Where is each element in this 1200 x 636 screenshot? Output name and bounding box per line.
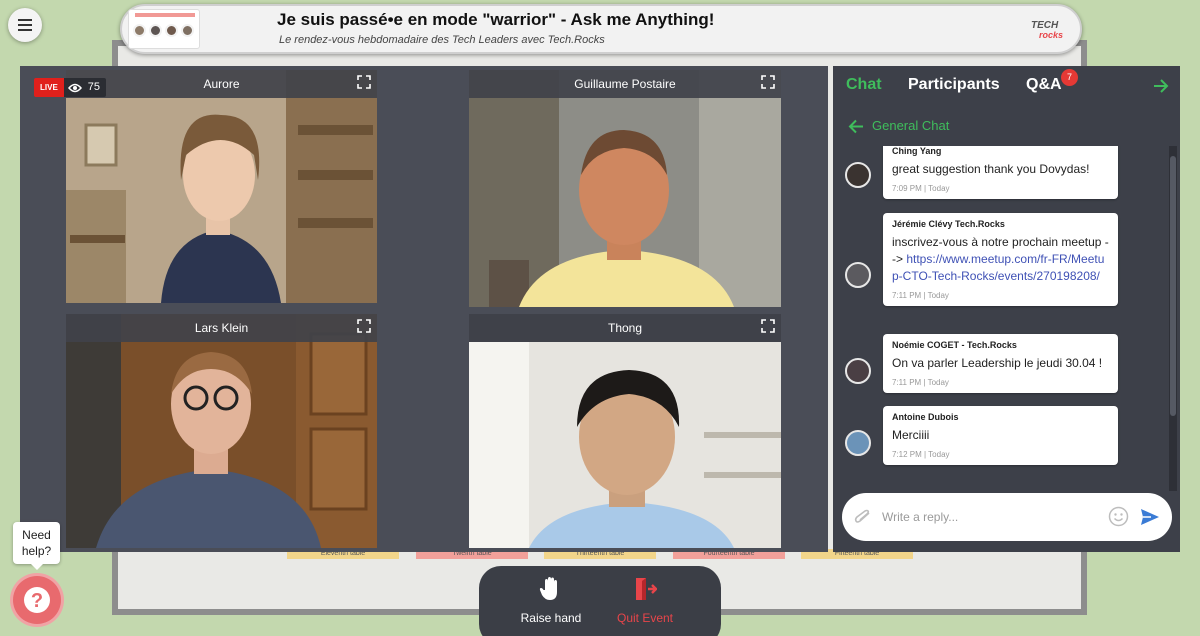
- participant-video: [66, 314, 377, 548]
- event-subtitle: Le rendez-vous hebdomadaire des Tech Lea…: [279, 34, 605, 46]
- send-icon[interactable]: [1140, 507, 1160, 527]
- viewer-count-value: 75: [87, 81, 101, 93]
- tab-participants[interactable]: Participants: [908, 76, 1000, 94]
- quit-event-label: Quit Event: [616, 611, 674, 625]
- speaker-avatar: [165, 24, 178, 37]
- message-time: 7:11 PM | Today: [892, 291, 949, 300]
- avatar: [845, 430, 871, 456]
- scrollbar[interactable]: [1169, 146, 1177, 491]
- tab-qa[interactable]: Q&A: [1026, 76, 1062, 94]
- participant-video: [469, 70, 781, 307]
- message-time: 7:11 PM | Today: [892, 378, 949, 387]
- message-author: Jérémie Clévy Tech.Rocks: [892, 219, 1005, 229]
- message-bubble: Antoine Dubois Merciiii 7:12 PM | Today: [883, 406, 1118, 465]
- participant-name: Aurore: [66, 70, 377, 98]
- speaker-avatar: [149, 24, 162, 37]
- speaker-avatar: [133, 24, 146, 37]
- attachment-icon[interactable]: [854, 509, 872, 525]
- video-tile[interactable]: Lars Klein: [66, 314, 377, 548]
- expand-icon[interactable]: [357, 319, 371, 333]
- message-bubble: Noémie COGET - Tech.Rocks On va parler L…: [883, 334, 1118, 393]
- message-text: great suggestion thank you Dovydas!: [892, 162, 1090, 176]
- video-stage: LIVE 75 Aurore Guillaume Postaire Lars K…: [20, 66, 828, 552]
- expand-icon[interactable]: [761, 75, 775, 89]
- live-badge: LIVE: [34, 78, 64, 97]
- help-button[interactable]: ?: [13, 576, 61, 624]
- quit-event-button[interactable]: Quit Event: [595, 576, 695, 625]
- menu-button[interactable]: [8, 8, 42, 42]
- reply-box: [842, 493, 1172, 541]
- avatar: [845, 358, 871, 384]
- event-title: Je suis passé•e en mode "warrior" - Ask …: [277, 10, 715, 29]
- participant-name: Thong: [469, 314, 781, 342]
- tab-chat[interactable]: Chat: [846, 76, 882, 94]
- event-controls: Raise hand Quit Event: [479, 566, 721, 636]
- question-icon: ?: [24, 587, 50, 613]
- avatar: [845, 262, 871, 288]
- message-text: inscrivez-vous à notre prochain meetup -…: [892, 234, 1110, 285]
- message-author: Antoine Dubois: [892, 412, 959, 422]
- meetup-link[interactable]: https://www.meetup.com/fr-FR/Meetup-CTO-…: [892, 252, 1104, 283]
- message-list: Ching Yang great suggestion thank you Do…: [833, 146, 1168, 491]
- arrow-right-icon[interactable]: [1152, 77, 1170, 95]
- raise-hand-label: Raise hand: [520, 611, 582, 625]
- message-author: Ching Yang: [892, 146, 942, 156]
- participant-name: Guillaume Postaire: [469, 70, 781, 98]
- hamburger-icon: [18, 24, 32, 26]
- scrollbar-thumb[interactable]: [1170, 156, 1176, 416]
- participant-video: [66, 70, 377, 303]
- participant-name: Lars Klein: [66, 314, 377, 342]
- arrow-left-icon[interactable]: [847, 118, 864, 135]
- video-tile[interactable]: Thong: [469, 314, 781, 548]
- raise-hand-button[interactable]: Raise hand: [501, 576, 601, 625]
- speaker-avatar: [181, 24, 194, 37]
- message-text: Merciiii: [892, 428, 930, 442]
- chat-panel: Chat Participants Q&A 7 General Chat Chi…: [833, 66, 1180, 552]
- help-tooltip: Need help?: [13, 522, 60, 570]
- emoji-icon[interactable]: [1108, 506, 1129, 527]
- message-time: 7:12 PM | Today: [892, 450, 950, 459]
- video-tile[interactable]: Aurore: [66, 70, 377, 303]
- viewer-count: 75: [63, 78, 107, 97]
- exit-icon: [636, 578, 657, 600]
- qa-count-badge: 7: [1061, 69, 1078, 86]
- message-bubble: Jérémie Clévy Tech.Rocks inscrivez-vous …: [883, 213, 1118, 306]
- svg-text:rocks: rocks: [1039, 30, 1063, 40]
- expand-icon[interactable]: [357, 75, 371, 89]
- reply-input[interactable]: [882, 507, 1102, 527]
- channel-name: General Chat: [872, 118, 950, 133]
- tech-rocks-logo: TECH rocks: [1031, 20, 1063, 40]
- message-time: 7:09 PM | Today: [892, 184, 950, 193]
- svg-text:?: ?: [31, 590, 43, 612]
- channel-bar: General Chat: [833, 110, 1180, 144]
- avatar: [845, 162, 871, 188]
- chat-tabs: Chat Participants Q&A 7: [833, 66, 1180, 106]
- participant-video: [469, 342, 781, 548]
- expand-icon[interactable]: [761, 319, 775, 333]
- message-bubble: Ching Yang great suggestion thank you Do…: [883, 146, 1118, 199]
- eye-icon: [67, 83, 82, 92]
- event-thumbnail: [128, 9, 200, 49]
- hand-icon: [539, 577, 557, 600]
- live-indicator: LIVE 75: [34, 78, 107, 97]
- message-text: On va parler Leadership le jeudi 30.04 !: [892, 356, 1103, 370]
- video-tile[interactable]: Guillaume Postaire: [469, 70, 781, 307]
- message-author: Noémie COGET - Tech.Rocks: [892, 340, 1017, 350]
- event-header: Je suis passé•e en mode "warrior" - Ask …: [120, 4, 1082, 54]
